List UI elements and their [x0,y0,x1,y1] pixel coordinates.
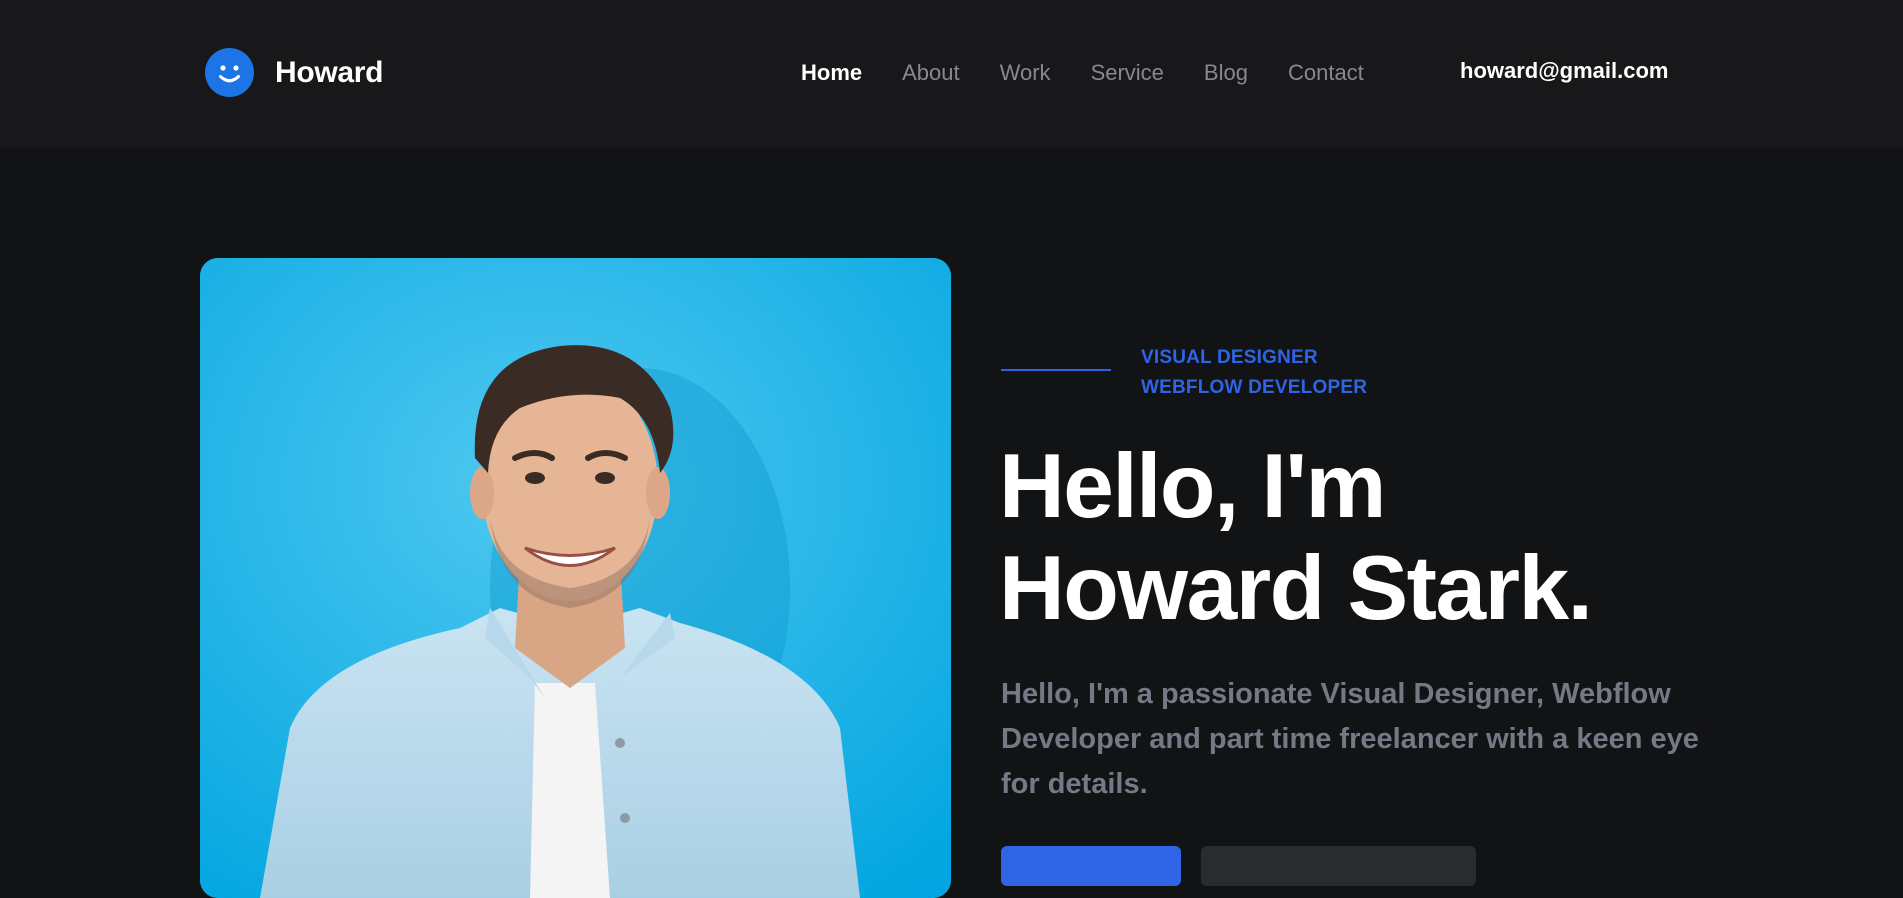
main-nav: Home About Work Service Blog Contact [801,58,1404,88]
nav-work[interactable]: Work [1000,60,1051,86]
hero-intro-text: Hello, I'm a passionate Visual Designer,… [1001,678,1699,800]
nav-service[interactable]: Service [1091,60,1164,86]
site-header: Howard Home About Work Service Blog Cont… [0,0,1903,148]
brand-logo[interactable]: Howard [205,48,384,97]
headline-line-2: Howard Stark. [999,538,1593,639]
nav-home[interactable]: Home [801,60,862,86]
nav-blog[interactable]: Blog [1204,60,1248,86]
secondary-cta-button[interactable] [1201,846,1476,886]
primary-cta-button[interactable] [1001,846,1181,886]
eyebrow-divider [1001,369,1111,371]
email-link[interactable]: howard@gmail.com [1460,58,1668,84]
nav-contact[interactable]: Contact [1288,60,1364,86]
role-visual-designer: VISUAL DESIGNER [1141,347,1318,368]
role-webflow-developer: WEBFLOW DEVELOPER [1141,377,1368,398]
nav-about[interactable]: About [902,60,960,86]
hero-portrait-photo [200,258,951,898]
hero-headline: Hello, I'm Howard Stark. [999,436,1593,640]
role-eyebrow: VISUAL DESIGNER WEBFLOW DEVELOPER [1141,343,1367,403]
brand-name: Howard [275,55,384,89]
smiley-face-icon [205,48,254,97]
headline-line-1: Hello, I'm [999,436,1386,537]
